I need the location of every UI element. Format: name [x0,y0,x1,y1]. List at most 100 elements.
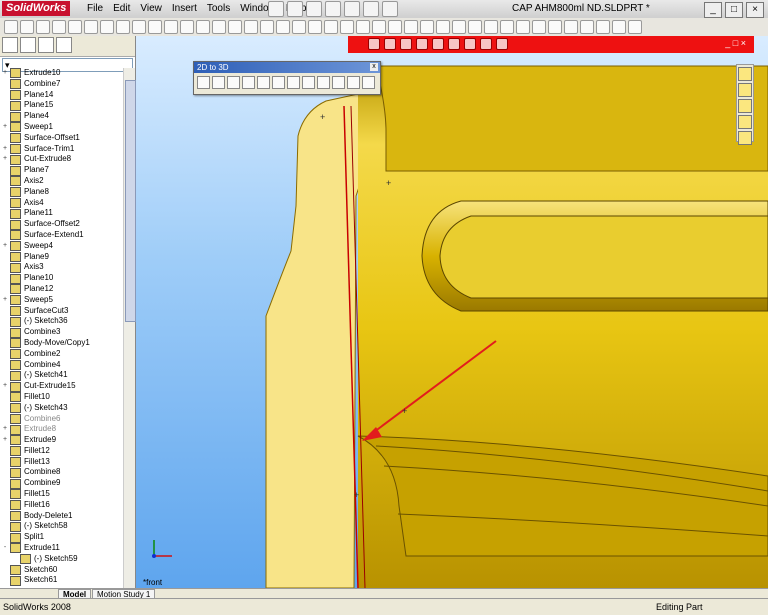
close-button[interactable]: × [746,2,764,18]
tree-item[interactable]: Body-Move/Copy1 [0,338,123,349]
feature-tool-icon[interactable] [452,20,466,34]
feature-tool-icon[interactable] [580,20,594,34]
hide-show-icon[interactable] [448,38,460,50]
2d-to-3d-tool-icon[interactable] [302,76,315,89]
feature-tool-icon[interactable] [68,20,82,34]
tree-item[interactable]: SurfaceCut3 [0,306,123,317]
close-icon[interactable]: x [370,63,378,71]
tree-item[interactable]: Axis4 [0,198,123,209]
tree-item[interactable]: Plane7 [0,165,123,176]
maximize-button[interactable]: □ [725,2,743,18]
tree-item[interactable]: Plane9 [0,252,123,263]
feature-tool-icon[interactable] [260,20,274,34]
appearances-icon[interactable] [738,131,752,145]
tree-item[interactable]: Plane8 [0,187,123,198]
feature-tool-icon[interactable] [36,20,50,34]
tree-item[interactable]: Plane15 [0,100,123,111]
resources-icon[interactable] [738,67,752,81]
feature-tool-icon[interactable] [356,20,370,34]
feature-tool-icon[interactable] [196,20,210,34]
minimize-button[interactable]: _ [704,2,722,18]
feature-tool-icon[interactable] [468,20,482,34]
2d-to-3d-tool-icon[interactable] [197,76,210,89]
feature-tool-icon[interactable] [180,20,194,34]
tree-item[interactable]: + Extrude10 [0,68,123,79]
tree-item[interactable]: Fillet12 [0,446,123,457]
dimxpert-tab-icon[interactable] [56,37,72,53]
display-style-icon[interactable] [432,38,444,50]
feature-tool-icon[interactable] [484,20,498,34]
tree-item[interactable]: Sketch60 [0,565,123,576]
expand-toggle-icon[interactable]: + [0,435,10,446]
tree-item[interactable]: (-) Sketch36 [0,316,123,327]
appearance-icon[interactable] [464,38,476,50]
feature-manager-tab-icon[interactable] [2,37,18,53]
tree-item[interactable]: + Extrude9 [0,435,123,446]
tree-item[interactable]: Split1 [0,532,123,543]
save-icon[interactable] [306,1,322,17]
tree-item[interactable]: Plane11 [0,208,123,219]
solidworks-logo[interactable]: SolidWorks [2,1,71,16]
expand-toggle-icon[interactable]: + [0,144,10,155]
feature-tool-icon[interactable] [228,20,242,34]
tree-scrollbar[interactable] [123,68,136,588]
property-manager-tab-icon[interactable] [20,37,36,53]
2d-to-3d-tool-icon[interactable] [242,76,255,89]
tree-item[interactable]: Surface-Offset1 [0,133,123,144]
menu-view[interactable]: View [135,0,167,18]
zoom-area-icon[interactable] [384,38,396,50]
tree-item[interactable]: Fillet16 [0,500,123,511]
feature-tool-icon[interactable] [212,20,226,34]
tree-item[interactable]: (-) Sketch58 [0,521,123,532]
tree-item[interactable]: Fillet15 [0,489,123,500]
feature-tool-icon[interactable] [548,20,562,34]
tree-item[interactable]: + Sweep5 [0,295,123,306]
new-icon[interactable] [268,1,284,17]
feature-tool-icon[interactable] [324,20,338,34]
feature-tool-icon[interactable] [596,20,610,34]
2d-to-3d-tool-icon[interactable] [362,76,375,89]
2d-to-3d-tool-icon[interactable] [257,76,270,89]
section-view-icon[interactable] [400,38,412,50]
2d-to-3d-tool-icon[interactable] [332,76,345,89]
feature-tool-icon[interactable] [308,20,322,34]
options-icon[interactable] [382,1,398,17]
feature-tool-icon[interactable] [164,20,178,34]
feature-tool-icon[interactable] [388,20,402,34]
2d-to-3d-tool-icon[interactable] [212,76,225,89]
tree-item[interactable]: + Cut-Extrude8 [0,154,123,165]
tree-item[interactable]: Plane12 [0,284,123,295]
tree-item[interactable]: Combine2 [0,349,123,360]
tree-item[interactable]: Combine8 [0,467,123,478]
print-icon[interactable] [325,1,341,17]
toolbar-header[interactable]: 2D to 3D x [194,62,380,73]
feature-tool-icon[interactable] [276,20,290,34]
expand-toggle-icon[interactable]: + [0,241,10,252]
feature-tool-icon[interactable] [100,20,114,34]
tree-item[interactable]: + Sweep1 [0,122,123,133]
tree-item[interactable]: + Surface-Trim1 [0,144,123,155]
expand-toggle-icon[interactable]: + [0,154,10,165]
feature-tool-icon[interactable] [132,20,146,34]
tree-item[interactable]: + Sweep4 [0,241,123,252]
tree-item[interactable]: Combine6 [0,414,123,425]
rebuild-icon[interactable] [363,1,379,17]
tree-item[interactable]: Plane14 [0,90,123,101]
feature-tool-icon[interactable] [84,20,98,34]
tree-item[interactable]: Combine4 [0,360,123,371]
2d-to-3d-tool-icon[interactable] [317,76,330,89]
menu-insert[interactable]: Insert [167,0,202,18]
feature-tool-icon[interactable] [292,20,306,34]
feature-tool-icon[interactable] [564,20,578,34]
view-settings-icon[interactable] [496,38,508,50]
tree-item[interactable]: Plane10 [0,273,123,284]
expand-toggle-icon[interactable]: - [0,543,10,554]
expand-toggle-icon[interactable]: + [0,424,10,435]
scrollbar-thumb[interactable] [125,80,136,322]
configuration-manager-tab-icon[interactable] [38,37,54,53]
feature-tool-icon[interactable] [52,20,66,34]
feature-tool-icon[interactable] [500,20,514,34]
tree-item[interactable]: (-) Sketch41 [0,370,123,381]
feature-tool-icon[interactable] [116,20,130,34]
feature-tool-icon[interactable] [372,20,386,34]
